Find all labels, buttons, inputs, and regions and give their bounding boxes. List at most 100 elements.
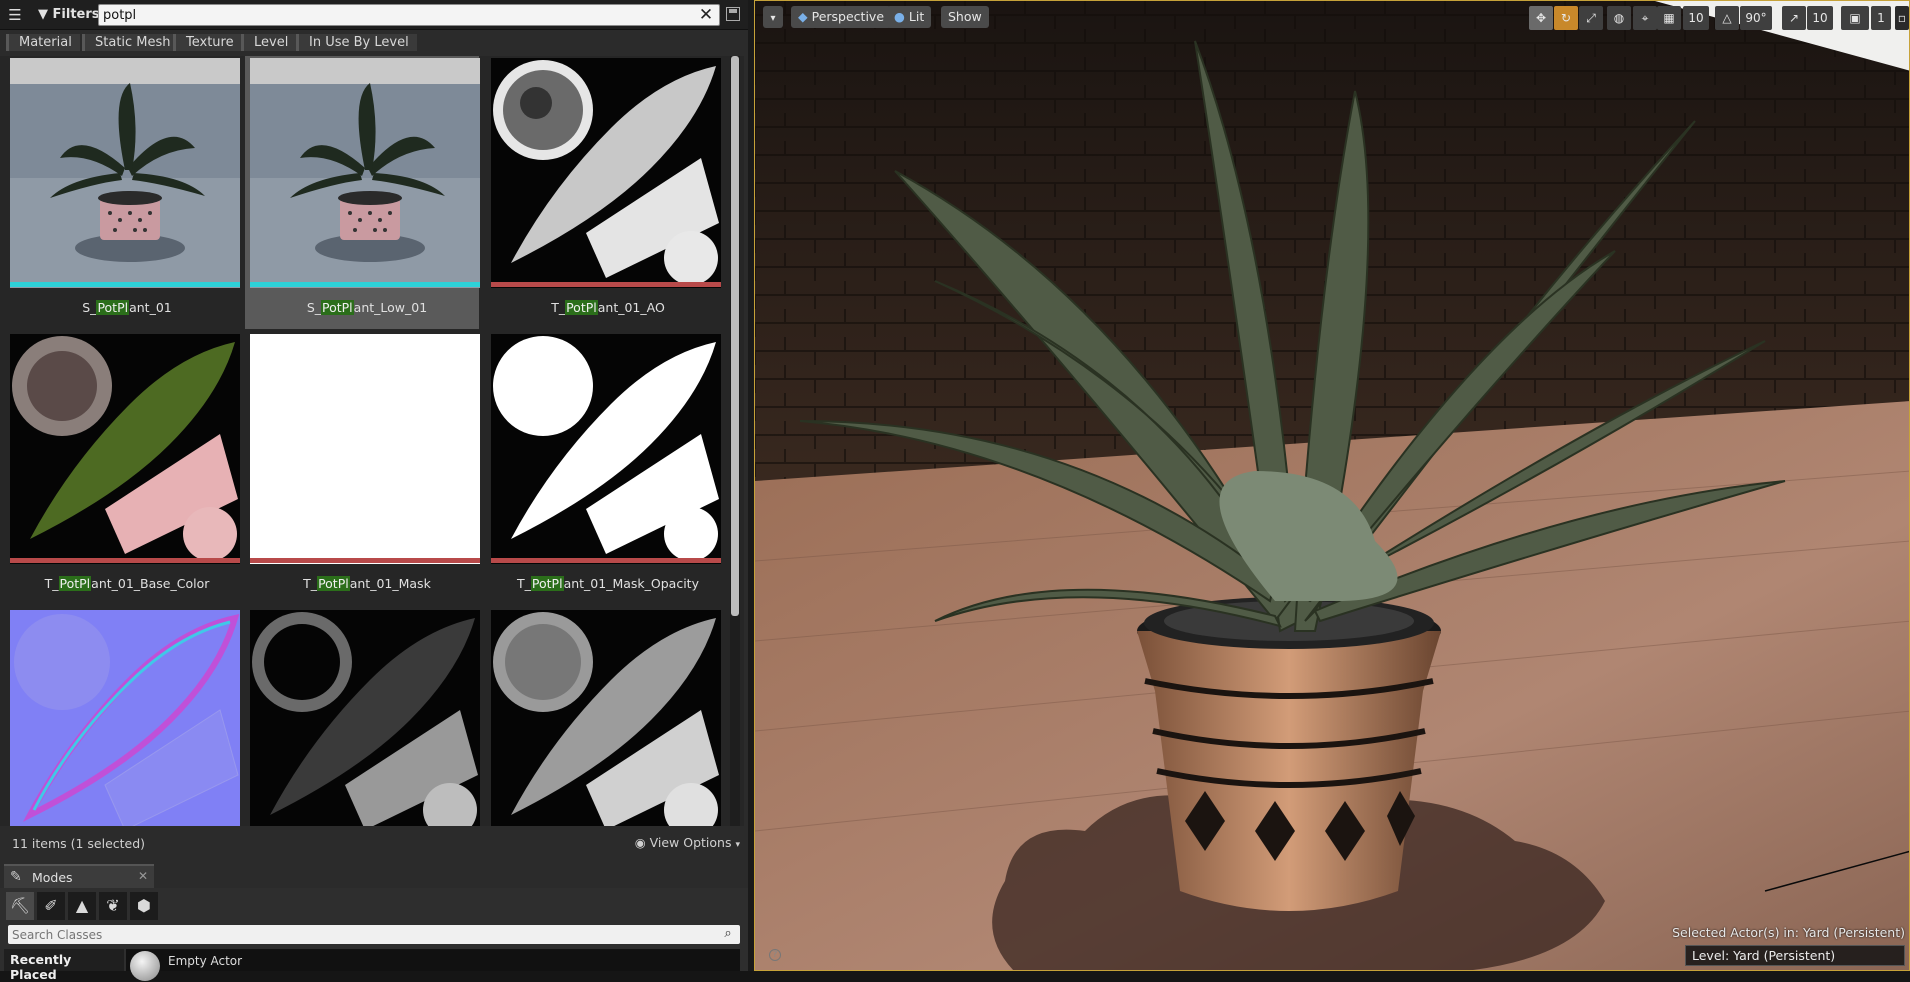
asset-grid: S_PotPlant_01 S_PotPlant_Low_01 T_PotPla… [0,56,744,826]
modes-icon: ✎ [10,869,22,885]
lit-label: Lit [908,9,925,24]
show-button[interactable]: Show [941,6,989,28]
asset-thumbnail [250,610,480,826]
asset-tile[interactable] [486,608,721,826]
chevron-down-icon: ▾ [770,13,776,24]
lit-button[interactable]: ● Lit [887,6,932,28]
asset-tile[interactable]: T_PotPlant_01_Mask [245,332,480,602]
asset-name: S_PotPlant_Low_01 [306,300,428,315]
asset-name: T_PotPlant_01_Mask_Opacity [517,576,699,591]
eye-icon: ◉ [634,835,646,850]
asset-type-bar [10,282,240,287]
filters-label: Filters [52,7,100,22]
asset-name: T_PotPlant_01_Base_Color [44,576,210,591]
scale-snap-icon[interactable]: ↗ [1782,6,1806,30]
asset-thumbnail [491,334,721,564]
selected-actor-info: Selected Actor(s) in: Yard (Persistent) [1672,925,1905,940]
browser-menu-icon[interactable]: ☰ [6,6,24,24]
modes-tab-label: Modes [32,870,73,885]
close-icon[interactable]: ✕ [138,869,148,883]
search-icon[interactable]: ⌕ [720,926,736,942]
grid-snap-icon[interactable]: ▦ [1657,6,1681,30]
filter-chip-static-mesh[interactable]: Static Mesh [82,34,179,51]
asset-tile-selected[interactable]: S_PotPlant_Low_01 [245,56,480,329]
camera-speed-value[interactable]: 1 [1871,6,1891,30]
modes-tab[interactable]: ✎ Modes ✕ [4,864,154,888]
asset-tile[interactable] [245,608,480,826]
viewport-scene [755,1,1909,970]
placed-actor-list: Empty Actor [126,949,740,981]
chevron-down-icon: ▾ [735,840,740,850]
item-count: 11 items (1 selected) [12,836,146,851]
asset-search-box[interactable]: ✕ [98,4,720,26]
asset-type-bar [491,558,721,563]
viewport-options-button[interactable]: ▾ [763,6,783,28]
lit-sphere-icon: ● [894,9,905,24]
rotation-snap-icon[interactable]: △ [1715,6,1739,30]
current-level-label: Level: Yard (Persistent) [1685,945,1905,966]
translate-icon[interactable]: ✥ [1529,6,1553,30]
asset-type-bar [10,558,240,563]
class-search-input[interactable] [12,925,702,944]
filter-chip-bar: Material Static Mesh Texture Level In Us… [0,30,748,54]
asset-name: S_PotPlant_01 [82,300,172,315]
rotation-snap-value[interactable]: 90° [1740,6,1772,30]
show-label: Show [948,9,982,24]
filter-funnel-icon: ▼ [38,7,48,22]
asset-thumbnail [10,334,240,564]
perspective-button[interactable]: ◆ Perspective [791,6,892,28]
asset-type-bar [491,282,721,287]
asset-type-bar [250,558,480,563]
asset-thumbnail [491,58,721,288]
content-browser-panel: ☰ ▼ Filters ▾ ✕ Material Static Mesh Tex… [0,0,748,982]
landscape-mode-icon[interactable]: ▲ [68,892,96,920]
foliage-mode-icon[interactable]: ❦ [99,892,127,920]
asset-thumbnail [491,610,721,826]
content-browser-toolbar: ☰ ▼ Filters ▾ ✕ [0,0,748,30]
content-browser-status-bar: 11 items (1 selected) ◉ View Options ▾ [0,830,748,856]
scale-snap-value[interactable]: 10 [1807,6,1833,30]
save-search-icon[interactable] [726,7,740,21]
asset-tile[interactable]: S_PotPlant_01 [5,56,240,326]
perspective-label: Perspective [811,9,885,24]
asset-name: T_PotPlant_01_Mask [303,576,431,591]
scrollbar-thumb[interactable] [731,56,739,616]
filter-chip-material[interactable]: Material [6,34,80,51]
view-options-button[interactable]: ◉ View Options ▾ [635,835,740,850]
perspective-cube-icon: ◆ [798,9,808,24]
asset-grid-scrollbar[interactable] [730,56,740,826]
filter-chip-in-use-by-level[interactable]: In Use By Level [296,34,417,51]
level-viewport[interactable]: ▾ ◆ Perspective ● Lit Show ✥ ↻ ⤢ ◍ ⌖ ▦ 1… [754,0,1910,971]
maximize-viewport-icon[interactable]: ▫ [1895,6,1909,30]
asset-thumbnail [10,58,240,288]
asset-thumbnail [250,58,480,288]
asset-thumbnail [250,334,480,564]
asset-thumbnail [10,610,240,826]
empty-actor-icon [130,951,160,981]
asset-type-bar [250,282,480,287]
asset-search-input[interactable] [103,5,683,25]
help-icon[interactable]: ? [769,949,781,961]
asset-tile[interactable]: T_PotPlant_01_Base_Color [5,332,240,602]
modes-panel: ⛏ ✐ ▲ ❦ ⬢ ⌕ Recently Placed Empty Actor [0,888,748,982]
asset-name: T_PotPlant_01_AO [551,300,665,315]
asset-tile[interactable] [5,608,240,826]
filter-chip-texture[interactable]: Texture [173,34,242,51]
view-options-label: View Options [649,835,732,850]
camera-speed-icon[interactable]: ▣ [1841,6,1869,30]
class-search-box[interactable]: ⌕ [8,925,740,944]
category-recently-placed[interactable]: Recently Placed [4,949,124,982]
geometry-mode-icon[interactable]: ⬢ [130,892,158,920]
clear-search-icon[interactable]: ✕ [697,5,715,25]
filter-chip-level[interactable]: Level [241,34,297,51]
scale-icon[interactable]: ⤢ [1579,6,1603,30]
world-space-icon[interactable]: ◍ [1607,6,1631,30]
asset-tile[interactable]: T_PotPlant_01_Mask_Opacity [486,332,721,602]
asset-tile[interactable]: T_PotPlant_01_AO [486,56,721,326]
paint-mode-icon[interactable]: ✐ [37,892,65,920]
placed-item-label[interactable]: Empty Actor [168,954,242,968]
place-mode-icon[interactable]: ⛏ [6,892,34,920]
grid-snap-value[interactable]: 10 [1683,6,1709,30]
surface-snap-icon[interactable]: ⌖ [1633,6,1657,30]
rotate-icon[interactable]: ↻ [1554,6,1578,30]
